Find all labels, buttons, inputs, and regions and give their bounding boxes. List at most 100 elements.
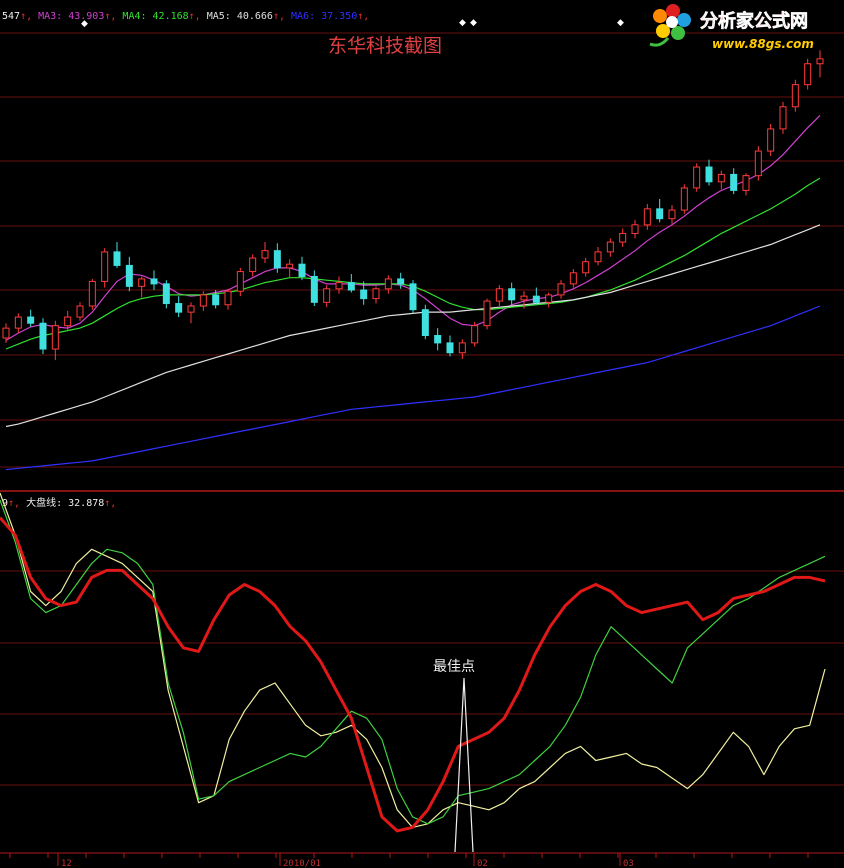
candle-body xyxy=(224,290,232,306)
candle-body xyxy=(27,316,35,324)
candle-body xyxy=(643,208,651,226)
candle-body xyxy=(360,289,368,300)
best-point-annotation: 最佳点 xyxy=(433,659,475,675)
chart-title: 东华科技截图 xyxy=(328,35,442,57)
watermark-title: 分析家公式网 xyxy=(700,10,808,32)
candle-body xyxy=(372,288,380,300)
candle-body xyxy=(88,280,96,307)
upper-legend: 547↑, MA3: 43.903↑, MA4: 42.168↑, MA5: 4… xyxy=(2,11,369,22)
candle-body xyxy=(409,283,417,311)
candle-body xyxy=(261,250,269,259)
candle-body xyxy=(199,294,207,307)
candle-body xyxy=(791,84,799,108)
candle-body xyxy=(335,282,343,290)
candle-body xyxy=(520,295,528,301)
candle-body xyxy=(421,309,429,337)
legend-arrow: ↑, xyxy=(273,11,291,22)
candle-body xyxy=(717,173,725,183)
candle-body xyxy=(619,232,627,243)
candle-body xyxy=(693,166,701,189)
candle-body xyxy=(557,283,565,296)
tick-label: 2010/01 xyxy=(283,859,321,868)
candle-body xyxy=(471,325,479,344)
legend-entry: 547 xyxy=(2,11,20,22)
legend-entry: 大盘线: 32.878 xyxy=(26,496,104,509)
candle-body xyxy=(569,272,577,285)
candle xyxy=(101,248,109,288)
candle-body xyxy=(816,58,824,65)
chart-background xyxy=(0,0,844,868)
candle xyxy=(471,321,479,347)
candle-body xyxy=(594,251,602,263)
candle-body xyxy=(347,282,355,291)
candle-body xyxy=(39,322,47,350)
candle-body xyxy=(175,303,183,313)
candle xyxy=(693,163,701,192)
candle-body xyxy=(101,251,109,282)
candle-body xyxy=(458,342,466,354)
candle xyxy=(680,184,688,214)
candle-body xyxy=(384,278,392,290)
candle-body xyxy=(2,327,10,339)
star-icon: ◆ xyxy=(617,18,624,28)
candle-body xyxy=(310,275,318,303)
candle-body xyxy=(656,208,664,220)
candle-body xyxy=(680,187,688,211)
candle-body xyxy=(298,263,306,277)
stock-chart: 547↑, MA3: 43.903↑, MA4: 42.168↑, MA5: 4… xyxy=(0,0,844,868)
candle-body xyxy=(138,278,146,287)
candle-body xyxy=(113,251,121,266)
candle-body xyxy=(64,316,72,327)
star-icon: ◆ xyxy=(470,18,477,28)
legend-entry: MA6: 37.350 xyxy=(291,11,357,22)
candle-body xyxy=(323,288,331,303)
candle-body xyxy=(76,305,84,318)
candle-body xyxy=(483,300,491,327)
candle-body xyxy=(150,278,158,285)
candle xyxy=(767,124,775,156)
candle-body xyxy=(434,335,442,344)
candle-body xyxy=(236,271,244,292)
star-icon: ◆ xyxy=(81,19,88,29)
candle-body xyxy=(508,288,516,301)
candle-body xyxy=(14,316,22,329)
watermark-url: www.88gs.com xyxy=(712,37,814,51)
legend-arrow: ↑, xyxy=(189,11,207,22)
candle-body xyxy=(668,209,676,220)
candle xyxy=(39,318,47,354)
candle xyxy=(804,58,812,90)
candle-body xyxy=(532,295,540,303)
candle xyxy=(421,304,429,340)
candle-body xyxy=(273,250,281,269)
candle-body xyxy=(187,305,195,313)
candle-body xyxy=(545,294,553,303)
candle-body xyxy=(631,224,639,234)
candle-body xyxy=(742,175,750,191)
candle xyxy=(791,79,799,112)
candle-body xyxy=(51,325,59,350)
legend-entry: MA4: 42.168 xyxy=(122,11,188,22)
candle-body xyxy=(125,264,133,287)
candle-body xyxy=(606,241,614,253)
candle-body xyxy=(804,63,812,86)
legend-arrow: ↑, xyxy=(104,11,122,22)
candle xyxy=(779,101,787,134)
tick-label: 03 xyxy=(623,859,634,868)
legend-arrow: ↑, xyxy=(8,498,26,509)
legend-arrow: ↑, xyxy=(104,498,116,509)
candle-body xyxy=(779,106,787,130)
candle-body xyxy=(446,342,454,354)
legend-arrow: ↑, xyxy=(357,11,369,22)
candle xyxy=(483,298,491,330)
candle-body xyxy=(767,128,775,152)
candle-body xyxy=(705,166,713,183)
candle xyxy=(88,278,96,310)
tick-label: 12 xyxy=(61,859,72,868)
candle xyxy=(754,146,762,181)
candle-body xyxy=(582,261,590,274)
candle-body xyxy=(495,288,503,302)
candle-body xyxy=(249,257,257,273)
candle-body xyxy=(397,278,405,285)
candle-body xyxy=(162,283,170,305)
legend-entry: MA5: 40.666 xyxy=(207,11,273,22)
